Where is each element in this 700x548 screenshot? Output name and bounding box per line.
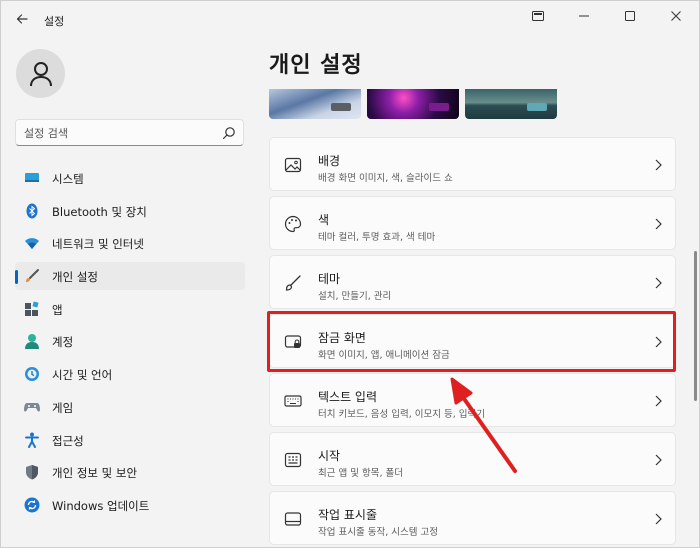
- chevron-right-icon: [655, 454, 662, 466]
- settings-search[interactable]: [15, 119, 244, 146]
- sidebar-item-time-language[interactable]: 시간 및 언어: [15, 360, 245, 388]
- search-input[interactable]: [24, 124, 214, 142]
- user-icon: [29, 61, 52, 86]
- minimize-icon: [579, 15, 589, 17]
- card-title: 작업 표시줄: [318, 508, 378, 522]
- background-image-icon: [284, 157, 302, 173]
- sidebar-item-apps[interactable]: 앱: [15, 295, 245, 323]
- sidebar-item-accounts[interactable]: 계정: [15, 327, 245, 355]
- chevron-right-icon: [655, 513, 662, 525]
- color-palette-icon: [284, 215, 302, 233]
- minimize-button[interactable]: [561, 1, 607, 31]
- sidebar-item-network[interactable]: 네트워크 및 인터넷: [15, 229, 245, 257]
- apps-icon: [25, 301, 39, 316]
- card-themes[interactable]: 테마 설치, 만들기, 관리: [269, 255, 676, 309]
- sidebar-item-label: 앱: [52, 302, 63, 317]
- sidebar-item-label: Windows 업데이트: [52, 498, 150, 513]
- accounts-icon: [25, 334, 39, 350]
- page-title: 개인 설정: [269, 53, 363, 78]
- sidebar-item-privacy[interactable]: 개인 정보 및 보안: [15, 458, 245, 486]
- snap-layout-icon: [532, 11, 544, 21]
- network-icon: [25, 238, 39, 250]
- taskbar-icon: [284, 512, 302, 526]
- privacy-shield-icon: [26, 465, 38, 480]
- sidebar-item-label: Bluetooth 및 장치: [52, 204, 147, 219]
- theme-taskbar-chip: [429, 103, 449, 111]
- time-language-icon: [25, 367, 39, 382]
- lock-screen-icon: [284, 335, 302, 348]
- card-start[interactable]: 시작 최근 앱 및 항목, 폴더: [269, 432, 676, 486]
- windows-update-icon: [24, 497, 40, 513]
- theme-taskbar-chip: [331, 103, 351, 111]
- card-description: 터치 키보드, 음성 입력, 이모지 등, 입력기: [318, 409, 486, 420]
- start-menu-icon: [284, 452, 302, 468]
- app-title: 설정: [44, 15, 65, 28]
- settings-window: 설정 설정 검색 시스템 Bluetooth 및 장치 네트워크 및 인터넷 개…: [0, 0, 700, 548]
- window-controls: [515, 1, 699, 31]
- bluetooth-icon: [26, 203, 38, 219]
- settings-cards: 배경 배경 화면 이미지, 색, 슬라이드 쇼 색 테마 컬러, 투명 효과, …: [269, 137, 676, 548]
- chevron-right-icon: [655, 395, 662, 407]
- card-taskbar[interactable]: 작업 표시줄 작업 표시줄 동작, 시스템 고정: [269, 491, 676, 545]
- maximize-button[interactable]: [607, 1, 653, 31]
- personalization-brush-icon: [26, 269, 39, 283]
- card-lock-screen[interactable]: 잠금 화면 화면 이미지, 앱, 애니메이션 잠금: [269, 314, 676, 368]
- sidebar-item-label: 시간 및 언어: [52, 368, 113, 383]
- card-title: 시작: [318, 449, 341, 463]
- sidebar-item-label: 개인 설정: [52, 270, 98, 285]
- sidebar-item-label: 시스템: [52, 172, 84, 186]
- sidebar-item-windows-update[interactable]: Windows 업데이트: [15, 491, 245, 519]
- card-description: 작업 표시줄 동작, 시스템 고정: [318, 527, 438, 538]
- sidebar-item-personalization[interactable]: 개인 설정: [15, 262, 245, 291]
- sidebar-item-bluetooth[interactable]: Bluetooth 및 장치: [15, 197, 245, 225]
- card-background[interactable]: 배경 배경 화면 이미지, 색, 슬라이드 쇼: [269, 137, 676, 191]
- gaming-icon: [24, 402, 40, 412]
- sidebar-item-label: 계정: [52, 335, 74, 350]
- back-arrow-icon: [16, 14, 28, 24]
- card-title: 테마: [318, 272, 341, 286]
- user-avatar[interactable]: [16, 49, 65, 98]
- close-icon: [671, 11, 681, 21]
- chevron-right-icon: [655, 159, 662, 171]
- theme-previews: [269, 89, 557, 119]
- sidebar-item-label: 접근성: [52, 433, 84, 448]
- theme-preview-light[interactable]: [269, 89, 361, 119]
- scrollbar-thumb[interactable]: [694, 251, 697, 401]
- card-description: 테마 컬러, 투명 효과, 색 테마: [318, 232, 436, 243]
- card-description: 최근 앱 및 항목, 폴더: [318, 468, 404, 479]
- sidebar-item-label: 네트워크 및 인터넷: [52, 237, 144, 252]
- sidebar-item-label: 게임: [52, 400, 74, 415]
- snap-layout-button[interactable]: [515, 1, 561, 31]
- sidebar-item-gaming[interactable]: 게임: [15, 393, 245, 421]
- back-button[interactable]: [11, 9, 33, 29]
- keyboard-icon: [284, 395, 302, 407]
- sidebar-item-label: 개인 정보 및 보안: [52, 466, 138, 481]
- sidebar-nav: 시스템 Bluetooth 및 장치 네트워크 및 인터넷 개인 설정 앱 계정…: [15, 164, 245, 524]
- card-description: 화면 이미지, 앱, 애니메이션 잠금: [318, 350, 450, 361]
- title-bar: 설정: [1, 1, 699, 35]
- sidebar-item-accessibility[interactable]: 접근성: [15, 426, 245, 454]
- card-title: 텍스트 입력: [318, 390, 378, 404]
- maximize-icon: [625, 11, 635, 21]
- theme-brush-icon: [285, 275, 301, 291]
- chevron-right-icon: [655, 218, 662, 230]
- system-icon: [25, 173, 39, 182]
- theme-preview-lake[interactable]: [465, 89, 557, 119]
- card-description: 설치, 만들기, 관리: [318, 291, 392, 302]
- sidebar-item-system[interactable]: 시스템: [15, 164, 245, 192]
- search-icon[interactable]: [222, 126, 236, 140]
- chevron-right-icon: [655, 336, 662, 348]
- chevron-right-icon: [655, 277, 662, 289]
- card-title: 색: [318, 213, 330, 227]
- accessibility-icon: [25, 432, 39, 448]
- theme-preview-glow[interactable]: [367, 89, 459, 119]
- card-text-input[interactable]: 텍스트 입력 터치 키보드, 음성 입력, 이모지 등, 입력기: [269, 373, 676, 427]
- card-title: 배경: [318, 154, 341, 168]
- card-colors[interactable]: 색 테마 컬러, 투명 효과, 색 테마: [269, 196, 676, 250]
- card-description: 배경 화면 이미지, 색, 슬라이드 쇼: [318, 173, 453, 184]
- close-button[interactable]: [653, 1, 699, 31]
- theme-taskbar-chip: [527, 103, 547, 111]
- card-title: 잠금 화면: [318, 331, 366, 345]
